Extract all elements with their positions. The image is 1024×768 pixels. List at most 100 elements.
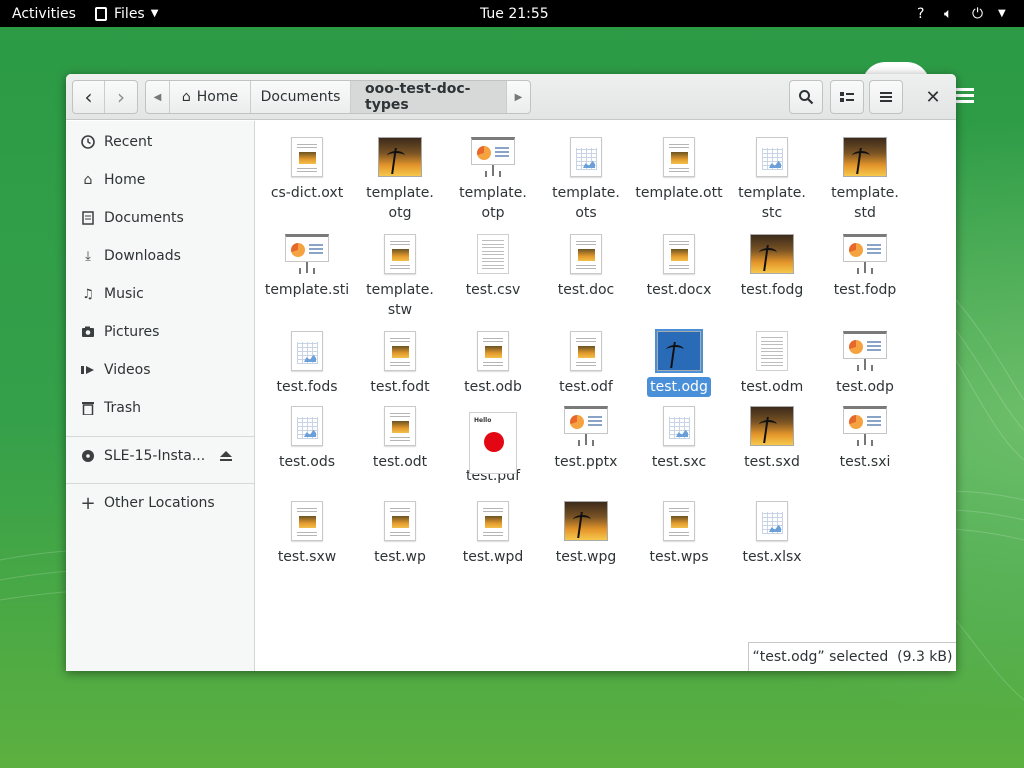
breadcrumb-home[interactable]: ⌂ Home [170, 81, 251, 113]
file-item[interactable]: template.ott [633, 129, 725, 203]
view-toggle-button[interactable] [830, 80, 864, 114]
file-item[interactable]: test.fods [261, 323, 353, 397]
drawing-icon [378, 137, 422, 177]
file-item[interactable]: template. stw [354, 226, 446, 320]
file-item[interactable]: test.odg [633, 323, 725, 397]
back-button[interactable]: ‹ [73, 81, 105, 113]
sidebar-item-documents[interactable]: Documents [66, 199, 254, 237]
file-item[interactable]: test.sxi [819, 398, 911, 472]
file-item[interactable]: test.fodg [726, 226, 818, 300]
sidebar-item-recent[interactable]: Recent [66, 123, 254, 161]
file-item[interactable]: test.wpg [540, 493, 632, 567]
network-status-icon[interactable]: ? [917, 0, 924, 27]
text-file-icon [756, 331, 788, 371]
hamburger-menu-icon [880, 92, 892, 102]
sidebar-item-music[interactable]: ♫ Music [66, 275, 254, 313]
file-item[interactable]: template. std [819, 129, 911, 223]
sidebar-item-downloads[interactable]: ⤓ Downloads [66, 237, 254, 275]
sidebar-item-other-locations[interactable]: + Other Locations [66, 484, 254, 522]
top-bar: Activities Files ▼ Tue 21:55 ? 🔈︎ ⏻ ▼ [0, 0, 1024, 27]
file-name: test.wpg [555, 549, 617, 565]
sidebar-item-pictures[interactable]: Pictures [66, 313, 254, 351]
file-item[interactable]: test.xlsx [726, 493, 818, 567]
breadcrumb-current-folder[interactable]: ooo-test-doc-types [351, 81, 507, 113]
app-menu[interactable]: Files ▼ [95, 0, 158, 27]
file-item[interactable]: test.wp [354, 493, 446, 567]
file-name: template.ott [635, 185, 723, 201]
presentation-icon [843, 406, 887, 446]
forward-button[interactable]: › [105, 81, 137, 113]
sidebar-item-device[interactable]: SLE-15-Insta... [66, 437, 254, 475]
file-item[interactable]: test.wps [633, 493, 725, 567]
file-item[interactable]: template. otg [354, 129, 446, 223]
power-icon[interactable]: ⏻ [972, 0, 983, 27]
presentation-icon [471, 137, 515, 177]
document-icon [384, 406, 416, 446]
downloads-icon: ⤓ [85, 248, 91, 264]
file-name: test.odf [559, 379, 613, 395]
breadcrumb-right-button[interactable]: ▶ [507, 81, 530, 113]
system-menu-chevron-icon[interactable]: ▼ [998, 0, 1006, 27]
files-window: ‹ › ◀ ⌂ Home Documents ooo-test-doc-types… [66, 74, 956, 671]
file-item[interactable]: template. ots [540, 129, 632, 223]
drawing-icon [564, 501, 608, 541]
file-item[interactable]: test.doc [540, 226, 632, 300]
file-name: test.wps [649, 549, 709, 565]
file-item[interactable]: template. otp [447, 129, 539, 223]
file-item[interactable]: test.fodp [819, 226, 911, 300]
file-item[interactable]: test.pptx [540, 398, 632, 472]
document-icon [477, 331, 509, 371]
spreadsheet-icon [663, 406, 695, 446]
spreadsheet-icon [291, 331, 323, 371]
document-icon [663, 234, 695, 274]
sidebar-item-trash[interactable]: Trash [66, 389, 254, 427]
activities-button[interactable]: Activities [12, 0, 76, 27]
file-name: test.sxc [651, 454, 707, 470]
file-item[interactable]: test.odm [726, 323, 818, 397]
file-item[interactable]: test.ods [261, 398, 353, 472]
file-item[interactable]: test.fodt [354, 323, 446, 397]
file-item[interactable]: test.wpd [447, 493, 539, 567]
document-icon [663, 137, 695, 177]
document-icon [570, 234, 602, 274]
videos-icon [80, 362, 96, 378]
drawing-icon [655, 329, 703, 373]
file-item[interactable]: test.sxc [633, 398, 725, 472]
presentation-icon [285, 234, 329, 274]
file-item[interactable]: test.odb [447, 323, 539, 397]
file-name: test.pptx [554, 454, 618, 470]
file-item[interactable]: test.odp [819, 323, 911, 397]
file-item[interactable]: test.csv [447, 226, 539, 300]
file-item[interactable]: test.sxd [726, 398, 818, 472]
file-name: template.sti [264, 282, 350, 298]
file-name: test.docx [646, 282, 712, 298]
breadcrumb-left-button[interactable]: ◀ [146, 81, 170, 113]
file-item[interactable]: template.sti [261, 226, 353, 300]
file-name: test.wp [374, 549, 426, 565]
file-item[interactable]: test.odt [354, 398, 446, 472]
breadcrumb-documents[interactable]: Documents [251, 81, 351, 113]
volume-icon[interactable]: 🔈︎ [944, 0, 952, 27]
file-item[interactable]: Hello test.pdf [447, 398, 539, 486]
sidebar-item-home[interactable]: ⌂ Home [66, 161, 254, 199]
close-button[interactable]: ✕ [919, 80, 947, 114]
search-button[interactable] [789, 80, 823, 114]
sidebar-item-videos[interactable]: Videos [66, 351, 254, 389]
spreadsheet-icon [756, 501, 788, 541]
file-item[interactable]: test.docx [633, 226, 725, 300]
plus-icon: + [80, 492, 96, 514]
file-item[interactable]: test.odf [540, 323, 632, 397]
spreadsheet-icon [756, 137, 788, 177]
go-previous-icon: ‹ [84, 85, 93, 109]
menu-button[interactable] [869, 80, 903, 114]
file-item[interactable]: cs-dict.oxt [261, 129, 353, 203]
presentation-icon [843, 331, 887, 371]
eject-icon[interactable] [218, 448, 234, 464]
view-list-icon [840, 92, 854, 102]
clock[interactable]: Tue 21:55 [480, 0, 549, 27]
pdf-thumbnail: Hello [469, 412, 517, 474]
music-icon: ♫ [82, 286, 94, 302]
document-icon [663, 501, 695, 541]
file-item[interactable]: template. stc [726, 129, 818, 223]
file-item[interactable]: test.sxw [261, 493, 353, 567]
